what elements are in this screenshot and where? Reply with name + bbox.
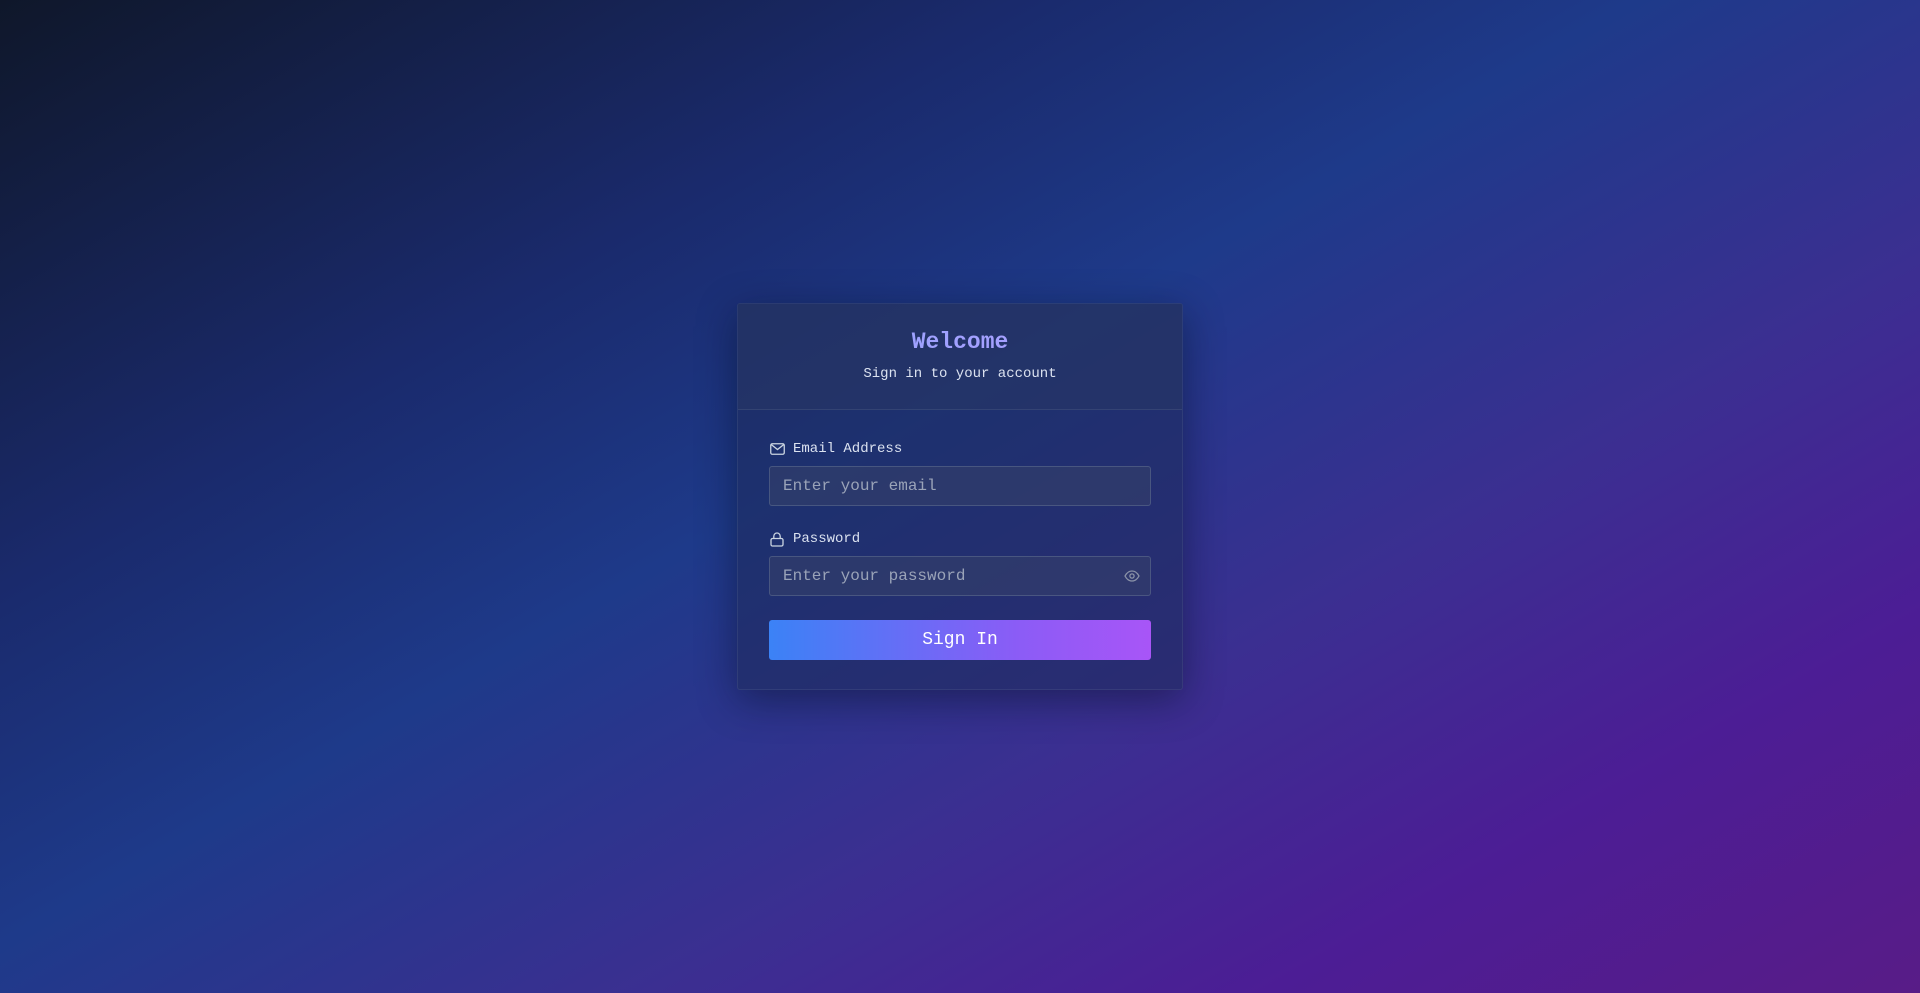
password-label: Password — [769, 530, 1151, 548]
password-field-wrapper — [769, 556, 1151, 596]
email-label: Email Address — [769, 440, 1151, 458]
login-card: Welcome Sign in to your account Email Ad… — [737, 303, 1183, 690]
login-form: Email Address Password Sig — [738, 410, 1182, 660]
email-field[interactable] — [769, 466, 1151, 506]
password-field[interactable] — [769, 556, 1151, 596]
page-subtitle: Sign in to your account — [863, 366, 1057, 382]
email-field-wrapper — [769, 466, 1151, 506]
sign-in-button[interactable]: Sign In — [769, 620, 1151, 660]
page-title: Welcome — [738, 327, 1182, 357]
login-card-header: Welcome Sign in to your account — [738, 304, 1182, 410]
eye-icon[interactable] — [1123, 568, 1141, 584]
lock-icon — [769, 531, 785, 547]
password-label-text: Password — [793, 531, 861, 547]
email-label-text: Email Address — [793, 441, 903, 457]
mail-icon — [769, 441, 785, 457]
